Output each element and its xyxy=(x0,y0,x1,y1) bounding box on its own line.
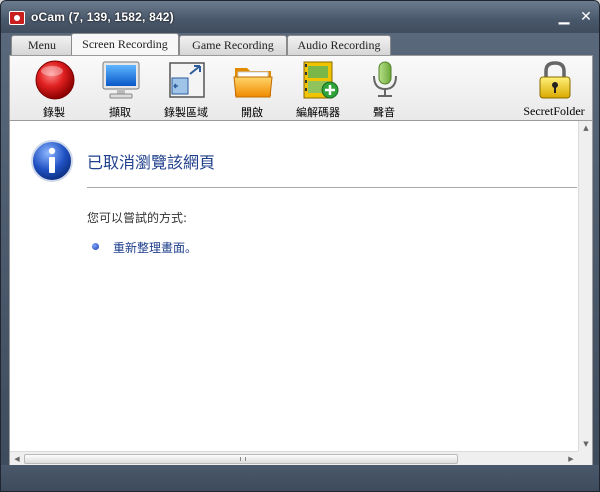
scroll-up-icon[interactable]: ▲ xyxy=(579,121,593,135)
window-bottom-frame[interactable] xyxy=(1,465,599,491)
region-select-icon xyxy=(169,62,205,98)
scroll-grip-icon xyxy=(240,457,246,461)
scrollbar-corner xyxy=(578,451,592,465)
tab-bar: Menu Screen Recording Game Recording Aud… xyxy=(9,33,593,55)
page-title: 已取消瀏覽該網頁 xyxy=(87,153,216,172)
info-icon xyxy=(31,140,73,182)
codec-label: 編解碼器 xyxy=(296,106,340,119)
record-label: 錄製 xyxy=(43,106,65,119)
minimize-button[interactable]: ▁ xyxy=(553,7,575,27)
record-region-label: 錄製區域 xyxy=(164,106,208,119)
title-divider xyxy=(87,187,577,188)
suggestion-heading: 您可以嘗試的方式: xyxy=(87,211,188,225)
open-label: 開啟 xyxy=(241,106,263,119)
sound-button[interactable]: 聲音 xyxy=(354,60,414,120)
folder-icon xyxy=(233,68,273,98)
scroll-down-icon[interactable]: ▼ xyxy=(579,437,593,451)
horizontal-scrollbar[interactable]: ◀ ▶ xyxy=(10,451,578,465)
close-button[interactable]: ✕ xyxy=(575,7,597,27)
codec-film-icon xyxy=(303,61,339,99)
secret-folder-button[interactable]: SecretFolder xyxy=(523,60,585,120)
codec-button[interactable]: 編解碼器 xyxy=(288,60,348,120)
monitor-capture-icon xyxy=(102,61,140,99)
tab-audio-recording[interactable]: Audio Recording xyxy=(287,35,391,55)
scroll-right-icon[interactable]: ▶ xyxy=(564,452,578,466)
horizontal-scroll-thumb[interactable] xyxy=(24,454,458,464)
bullet-icon xyxy=(92,243,99,250)
capture-button[interactable]: 擷取 xyxy=(90,60,150,120)
title-bar[interactable]: oCam (7, 139, 1582, 842) ▁ ✕ xyxy=(1,1,599,33)
ocam-window: oCam (7, 139, 1582, 842) ▁ ✕ Menu Screen… xyxy=(0,0,600,492)
sound-label: 聲音 xyxy=(373,106,395,119)
browser-content: 已取消瀏覽該網頁 您可以嘗試的方式: 重新整理畫面。 ▲ ▼ ◀ ▶ xyxy=(9,121,593,465)
padlock-icon xyxy=(539,61,571,99)
vertical-scrollbar[interactable]: ▲ ▼ xyxy=(578,121,592,451)
window-title: oCam (7, 139, 1582, 842) xyxy=(31,10,174,24)
record-region-button[interactable]: 錄製區域 xyxy=(156,60,216,120)
ocam-app-icon xyxy=(9,11,25,25)
scroll-left-icon[interactable]: ◀ xyxy=(10,452,24,466)
refresh-link[interactable]: 重新整理畫面。 xyxy=(113,239,197,256)
toolbar: 錄製 擷取 錄製區域 開啟 編解碼器 聲音 SecretFolder xyxy=(9,55,593,121)
microphone-icon xyxy=(373,61,397,97)
tab-screen-recording[interactable]: Screen Recording xyxy=(71,33,179,55)
record-icon xyxy=(35,60,75,100)
tab-game-recording[interactable]: Game Recording xyxy=(179,35,287,55)
secret-folder-label: SecretFolder xyxy=(523,104,585,118)
capture-label: 擷取 xyxy=(109,106,131,119)
record-button[interactable]: 錄製 xyxy=(24,60,84,120)
open-folder-button[interactable]: 開啟 xyxy=(222,60,282,120)
tab-menu[interactable]: Menu xyxy=(11,35,73,55)
